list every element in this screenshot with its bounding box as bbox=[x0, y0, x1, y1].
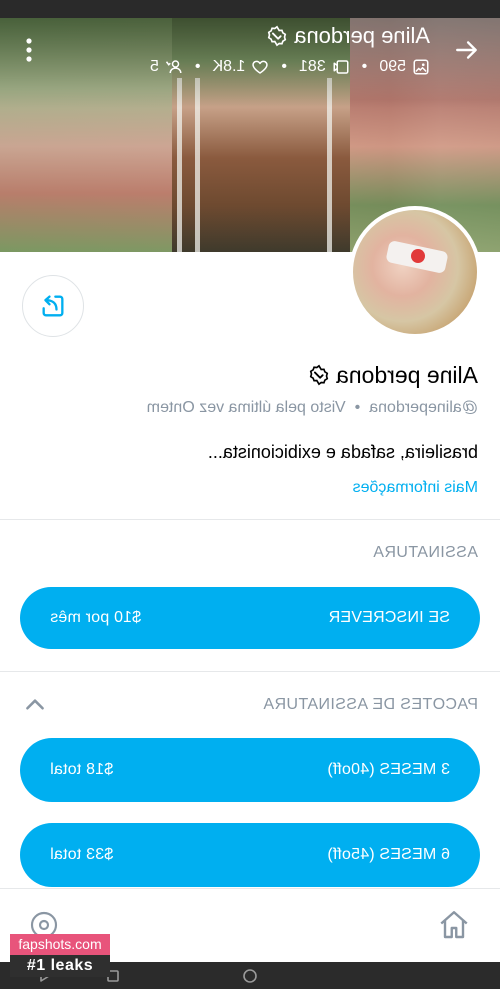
status-bar bbox=[0, 0, 500, 18]
more-info-link[interactable]: Mais informações bbox=[353, 477, 478, 499]
verified-badge-icon bbox=[308, 364, 330, 386]
chevron-up-icon[interactable] bbox=[22, 692, 48, 718]
profile-name: Aline perdona bbox=[308, 361, 478, 389]
subscription-heading: ASSINATURA bbox=[372, 544, 478, 561]
subscribe-button[interactable]: SE INSCREVER $10 por mês bbox=[20, 587, 480, 649]
profile-name-text: Aline perdona bbox=[336, 362, 478, 388]
app-screen: Aline perdona 590 • 381 • 1.8K • 5 Aline… bbox=[0, 0, 500, 989]
home-icon[interactable] bbox=[436, 907, 472, 943]
profile-meta: @alineperdona • Visto pela última vez Onte… bbox=[147, 397, 478, 419]
heart-icon bbox=[251, 58, 269, 76]
photos-count: 590 bbox=[379, 58, 406, 75]
likes-count: 1.8K bbox=[212, 58, 246, 75]
header-title-text: Aline perdona bbox=[294, 23, 430, 48]
fans-count: 5 bbox=[149, 58, 159, 75]
photo-icon bbox=[412, 58, 430, 76]
bundle-price: $18 total bbox=[50, 761, 114, 778]
profile-handle[interactable]: @alineperdona bbox=[369, 399, 478, 416]
last-seen: Visto pela última vez Ontem bbox=[146, 399, 346, 416]
divider bbox=[0, 671, 500, 672]
bundle-label: 6 MESES (45off) bbox=[327, 846, 450, 863]
header-title: Aline perdona bbox=[266, 22, 430, 50]
divider bbox=[0, 519, 500, 520]
avatar-badge bbox=[411, 249, 425, 263]
system-home-icon[interactable] bbox=[242, 968, 258, 984]
bundles-heading[interactable]: PACOTES DE ASSINATURA bbox=[263, 694, 478, 716]
stats-separator: • bbox=[281, 58, 287, 75]
bundle-button-3-months[interactable]: 3 MESES (40off) $18 total bbox=[20, 738, 480, 802]
bundle-button-6-months[interactable]: 6 MESES (45off) $33 total bbox=[20, 823, 480, 887]
stats-separator: • bbox=[361, 58, 368, 75]
profile-bio: brasileira, safada e exibicionista... bbox=[207, 442, 478, 462]
avatar[interactable] bbox=[349, 206, 481, 338]
share-button[interactable] bbox=[22, 275, 84, 337]
share-icon bbox=[39, 292, 67, 320]
video-icon bbox=[332, 58, 350, 76]
watermark-tag: #1 leaks bbox=[10, 955, 110, 977]
stats-separator: • bbox=[194, 58, 201, 75]
bundle-label: 3 MESES (40off) bbox=[327, 761, 450, 778]
meta-separator: • bbox=[354, 399, 361, 416]
watermark: fapshots.com #1 leaks bbox=[10, 934, 110, 977]
verified-badge-icon bbox=[266, 25, 288, 47]
subscribe-price: $10 por mês bbox=[50, 609, 142, 626]
back-arrow-icon[interactable] bbox=[454, 37, 480, 63]
watermark-site: fapshots.com bbox=[10, 934, 110, 955]
subscribe-label: SE INSCREVER bbox=[328, 609, 450, 626]
user-icon bbox=[165, 58, 183, 76]
bundle-price: $33 total bbox=[50, 846, 114, 863]
header-stats: 590 • 381 • 1.8K • 5 bbox=[150, 56, 430, 78]
videos-count: 381 bbox=[298, 58, 326, 75]
more-vertical-icon[interactable] bbox=[20, 36, 38, 64]
